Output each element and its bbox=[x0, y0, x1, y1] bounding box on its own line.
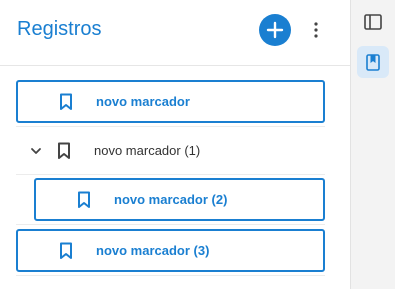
more-vertical-icon bbox=[314, 22, 318, 38]
more-options-button[interactable] bbox=[306, 20, 326, 40]
side-rail bbox=[351, 0, 395, 289]
bookmark-item-child[interactable]: novo marcador (2) bbox=[34, 178, 325, 221]
bookmark-icon bbox=[76, 190, 92, 210]
bookmark-label: novo marcador (1) bbox=[94, 143, 201, 158]
row-divider bbox=[16, 224, 325, 225]
add-bookmark-button[interactable] bbox=[259, 14, 291, 46]
panel-header: Registros bbox=[0, 0, 350, 66]
bookmark-label: novo marcador (3) bbox=[96, 243, 210, 258]
bookmarks-tab-button[interactable] bbox=[357, 46, 389, 78]
row-divider bbox=[16, 275, 325, 276]
panel-title: Registros bbox=[17, 18, 102, 40]
chevron-down-icon[interactable] bbox=[28, 143, 44, 159]
bookmark-book-icon bbox=[366, 53, 380, 71]
bookmarks-panel: Registros novo marcador novo marcador (1… bbox=[0, 0, 351, 289]
bookmark-item[interactable]: novo marcador bbox=[16, 80, 325, 123]
bookmark-label: novo marcador bbox=[96, 94, 190, 109]
toggle-sidebar-button[interactable] bbox=[357, 6, 389, 38]
bookmark-icon bbox=[58, 92, 74, 112]
sidebar-panel-icon bbox=[364, 14, 382, 30]
row-divider bbox=[16, 126, 325, 127]
bookmark-item[interactable]: novo marcador (3) bbox=[16, 229, 325, 272]
plus-icon bbox=[266, 21, 284, 39]
bookmark-label: novo marcador (2) bbox=[114, 192, 228, 207]
row-divider bbox=[16, 174, 325, 175]
bookmark-item[interactable]: novo marcador (1) bbox=[16, 129, 325, 172]
bookmark-icon bbox=[58, 241, 74, 261]
bookmark-icon bbox=[56, 141, 72, 161]
